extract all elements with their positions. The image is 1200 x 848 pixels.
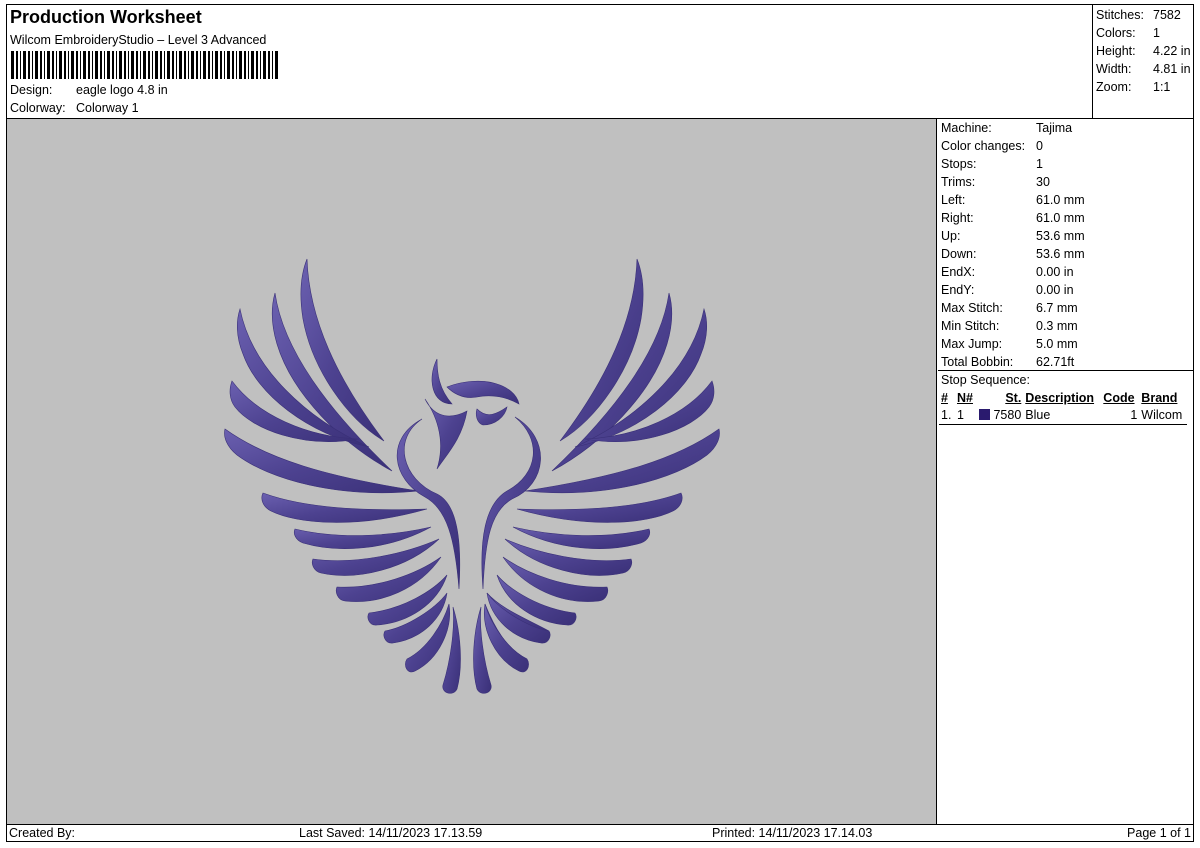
table-row: 1. 1 7580 Blue 1 Wilcom	[939, 407, 1188, 424]
stat-value: 62.71ft	[1036, 355, 1075, 369]
stop-sequence-label: Stop Sequence:	[941, 373, 1030, 387]
stitch-cell: 7580	[977, 407, 1023, 424]
created-by: Created By:	[9, 826, 76, 840]
stat-row: Machine: Tajima	[938, 119, 1193, 137]
design-row: Design: eagle logo 4.8 in	[10, 83, 168, 97]
summary-row: Stitches: 7582	[1096, 6, 1194, 24]
stat-row: Down: 53.6 mm	[938, 245, 1193, 263]
summary-value: 7582	[1153, 8, 1181, 22]
worksheet-header: Production Worksheet Wilcom EmbroiderySt…	[7, 5, 1093, 119]
stat-value: 53.6 mm	[1036, 247, 1085, 261]
summary-row: Width: 4.81 in	[1096, 60, 1194, 78]
stat-row: Up: 53.6 mm	[938, 227, 1193, 245]
software-subtitle: Wilcom EmbroideryStudio – Level 3 Advanc…	[10, 33, 267, 47]
thread-brand: Wilcom	[1141, 408, 1183, 423]
column-header: Code	[1103, 391, 1135, 405]
worksheet-frame: Production Worksheet Wilcom EmbroiderySt…	[6, 4, 1194, 842]
summary-value: 4.22 in	[1153, 44, 1191, 58]
design-label: Design:	[10, 83, 53, 97]
stat-row: Min Stitch: 0.3 mm	[938, 317, 1193, 335]
stop-num: 1.	[941, 408, 952, 423]
color-swatch	[979, 409, 990, 421]
stat-value: 1	[1036, 157, 1043, 171]
barcode-icon	[11, 51, 278, 79]
stat-label: Min Stitch:	[941, 319, 1000, 333]
summary-value: 4.81 in	[1153, 62, 1191, 76]
stat-row: Trims: 30	[938, 173, 1193, 191]
stat-row: Right: 61.0 mm	[938, 209, 1193, 227]
summary-row: Colors: 1	[1096, 24, 1194, 42]
stat-row: Max Jump: 5.0 mm	[938, 335, 1193, 353]
stat-row: EndY: 0.00 in	[938, 281, 1193, 299]
stat-value: 0	[1036, 139, 1043, 153]
stat-value: Tajima	[1036, 121, 1073, 135]
summary-panel: Stitches: 7582 Colors: 1 Height: 4.22 in Wi…	[1092, 5, 1194, 119]
summary-row: Zoom: 1:1	[1096, 78, 1194, 96]
stat-label: EndX:	[941, 265, 976, 279]
thread-code: 1	[1130, 408, 1138, 423]
needle-num: 1	[957, 408, 964, 423]
stat-value: 30	[1036, 175, 1050, 189]
design-preview	[7, 119, 937, 825]
stat-label: Total Bobbin:	[941, 355, 1014, 369]
printed-date: Printed: 14/11/2023 17.14.03	[712, 826, 873, 840]
last-saved: Last Saved: 14/11/2023 17.13.59	[299, 826, 483, 840]
stat-row: Color changes: 0	[938, 137, 1193, 155]
summary-row: Height: 4.22 in	[1096, 42, 1194, 60]
summary-label: Width:	[1096, 62, 1132, 76]
stat-row: EndX: 0.00 in	[938, 263, 1193, 281]
stat-label: Stops:	[941, 157, 977, 171]
stat-label: Max Jump:	[941, 337, 1003, 351]
stat-label: Max Stitch:	[941, 301, 1003, 315]
stat-row: Max Stitch: 6.7 mm	[938, 299, 1193, 317]
colorway-label: Colorway:	[10, 101, 66, 115]
stat-value: 61.0 mm	[1036, 193, 1085, 207]
summary-label: Stitches:	[1096, 8, 1144, 22]
stop-sequence: Stop Sequence: # N# St. Description Code…	[938, 370, 1193, 425]
colorway-row: Colorway: Colorway 1	[10, 101, 139, 115]
worksheet-footer: Created By: Last Saved: 14/11/2023 17.13…	[7, 825, 1193, 843]
design-value: eagle logo 4.8 in	[76, 83, 168, 97]
stat-value: 0.3 mm	[1036, 319, 1078, 333]
stat-row: Stops: 1	[938, 155, 1193, 173]
stat-label: Machine:	[941, 121, 992, 135]
column-header: N#	[957, 391, 973, 405]
column-header: St.	[1005, 391, 1022, 405]
column-header: #	[941, 391, 948, 405]
eagle-embroidery-icon	[224, 258, 720, 694]
stats-list: Machine: Tajima Color changes: 0 Stops: 1 T…	[938, 119, 1193, 371]
stat-label: Down:	[941, 247, 977, 261]
stat-value: 61.0 mm	[1036, 211, 1085, 225]
stop-sequence-table: # N# St. Description Code Brand 1. 1 758…	[939, 389, 1188, 425]
column-header: Description	[1025, 391, 1095, 405]
stat-label: Left:	[941, 193, 966, 207]
stat-label: Trims:	[941, 175, 976, 189]
stats-panel: Machine: Tajima Color changes: 0 Stops: 1 T…	[938, 119, 1193, 825]
stat-label: EndY:	[941, 283, 975, 297]
stat-label: Right:	[941, 211, 974, 225]
stat-value: 53.6 mm	[1036, 229, 1085, 243]
summary-label: Zoom:	[1096, 80, 1132, 94]
stat-row: Total Bobbin: 62.71ft	[938, 353, 1193, 371]
stat-value: 5.0 mm	[1036, 337, 1078, 351]
thread-description: Blue	[1025, 408, 1051, 423]
page-number: Page 1 of 1	[1127, 826, 1191, 840]
colorway-value: Colorway 1	[76, 101, 139, 115]
summary-label: Height:	[1096, 44, 1136, 58]
stat-value: 0.00 in	[1036, 265, 1074, 279]
stat-label: Up:	[941, 229, 961, 243]
stat-row: Left: 61.0 mm	[938, 191, 1193, 209]
column-header: Brand	[1141, 391, 1178, 405]
summary-label: Colors:	[1096, 26, 1136, 40]
stat-label: Color changes:	[941, 139, 1026, 153]
table-header-row: # N# St. Description Code Brand	[939, 389, 1187, 407]
summary-value: 1	[1153, 26, 1160, 40]
page-title: Production Worksheet	[10, 7, 202, 27]
stitch-count: 7580	[993, 408, 1022, 423]
stat-value: 6.7 mm	[1036, 301, 1078, 315]
summary-value: 1:1	[1153, 80, 1171, 94]
stat-value: 0.00 in	[1036, 283, 1074, 297]
